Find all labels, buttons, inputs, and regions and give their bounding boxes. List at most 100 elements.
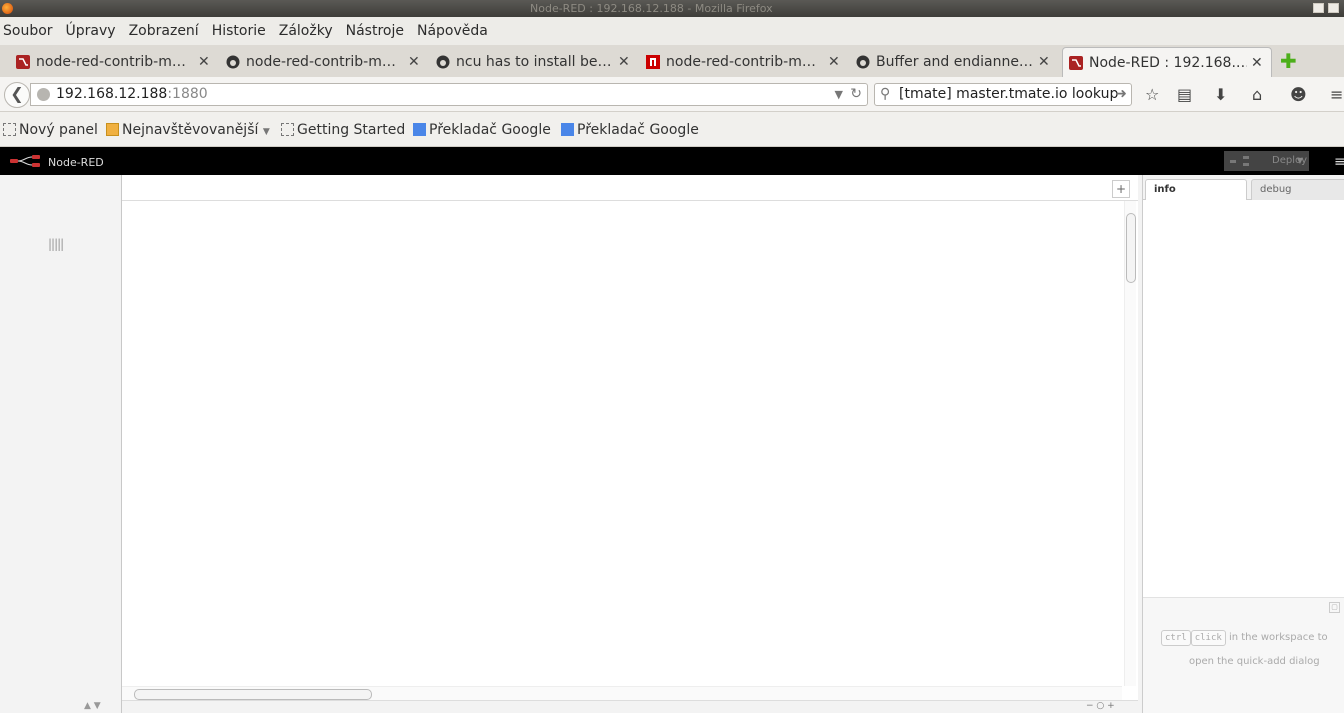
close-icon[interactable]: ✕	[618, 54, 630, 70]
npm-icon	[646, 55, 660, 69]
tab-label: ncu has to install be…	[456, 54, 612, 70]
nodered-title: Node-RED	[48, 156, 104, 169]
search-icon: ⚲	[880, 86, 891, 102]
deploy-button[interactable]: Deploy ▼	[1224, 151, 1309, 171]
deploy-icon	[1230, 156, 1249, 166]
browser-tab-active[interactable]: Node-RED : 192.168.… ✕	[1062, 47, 1272, 77]
menu-soubor[interactable]: Soubor	[3, 23, 53, 39]
workspace-footer: − ○ +	[122, 700, 1138, 713]
window-titlebar: Node-RED : 192.168.12.188 - Mozilla Fire…	[0, 0, 1344, 17]
zoom-controls[interactable]: − ○ +	[1086, 701, 1115, 711]
window-title: Node-RED : 192.168.12.188 - Mozilla Fire…	[530, 2, 773, 15]
bookmark-item[interactable]: Nový panel	[3, 122, 98, 138]
bookmark-item[interactable]: Překladač Google	[413, 122, 551, 138]
bookmarks-bar: Nový panel Nejnavštěvovanější ▼ Getting …	[0, 112, 1344, 147]
help-text: in the workspace to	[1228, 632, 1328, 643]
menu-bar: Soubor Úpravy Zobrazení Historie Záložky…	[0, 17, 1344, 45]
tab-bar: node-red-contrib-m… ✕ node-red-contrib-m…	[0, 45, 1344, 77]
sidebar: info debug ▢ ctrl click in the workspace …	[1142, 175, 1344, 713]
search-text: [tmate] master.tmate.io lookup	[899, 86, 1119, 102]
google-translate-icon	[561, 123, 574, 136]
github-icon	[226, 55, 240, 69]
nav-bar: ❮ 192.168.12.188:1880 ▼ ↻ ⚲ [tmate] mast…	[0, 77, 1344, 112]
tab-label: node-red-contrib-m…	[36, 54, 186, 70]
tab-debug[interactable]: debug	[1251, 179, 1344, 200]
bookmark-item[interactable]: Překladač Google	[561, 122, 699, 138]
help-panel: ▢ ctrl click in the workspace to open the…	[1143, 597, 1344, 713]
restore-icon[interactable]	[1328, 3, 1339, 13]
page-icon	[281, 123, 294, 136]
minimize-icon[interactable]	[1313, 3, 1324, 13]
scroll-thumb[interactable]	[1126, 213, 1136, 283]
close-icon[interactable]: ▢	[1329, 602, 1340, 613]
menu-historie[interactable]: Historie	[212, 23, 266, 39]
scroll-thumb[interactable]	[134, 689, 372, 700]
workspace-tabs: +	[122, 175, 1138, 201]
caret-down-icon[interactable]: ▼	[1297, 151, 1303, 171]
firefox-icon	[2, 3, 13, 14]
url-bar[interactable]: 192.168.12.188:1880 ▼ ↻	[30, 83, 868, 106]
palette-collapse-controls[interactable]: ▲ ▼	[84, 701, 101, 711]
back-button[interactable]: ❮	[4, 82, 30, 108]
arrow-right-icon[interactable]: ➜	[1115, 84, 1127, 105]
reader-icon[interactable]: ▤	[1177, 85, 1192, 104]
tab-label: Buffer and endianne…	[876, 54, 1033, 70]
browser-tab[interactable]: node-red-contrib-m… ✕	[226, 47, 426, 77]
close-icon[interactable]: ✕	[408, 54, 420, 70]
browser-tab[interactable]: ncu has to install be… ✕	[436, 47, 636, 77]
reload-icon[interactable]: ↻	[850, 84, 862, 105]
node-red-icon	[16, 55, 30, 69]
tab-info[interactable]: info	[1145, 179, 1247, 200]
chevron-down-icon[interactable]: ▼	[835, 84, 843, 105]
tab-label: node-red-contrib-m…	[246, 54, 396, 70]
menu-icon[interactable]: ≡	[1330, 85, 1343, 104]
bookmark-item[interactable]: Getting Started	[281, 122, 405, 138]
node-palette: ||||| ▲ ▼	[0, 175, 122, 713]
menu-nastroje[interactable]: Nástroje	[346, 23, 404, 39]
download-icon[interactable]: ⬇	[1214, 85, 1227, 104]
close-icon[interactable]: ✕	[198, 54, 210, 70]
add-flow-button[interactable]: +	[1112, 180, 1130, 198]
page-icon	[3, 123, 16, 136]
browser-tab[interactable]: node-red-contrib-m… ✕	[16, 47, 216, 77]
tab-label: node-red-contrib-m…	[666, 54, 816, 70]
menu-napoveda[interactable]: Nápověda	[417, 23, 488, 39]
close-icon[interactable]: ✕	[1251, 55, 1263, 71]
bookmark-label: Nejnavštěvovanější	[122, 122, 259, 138]
url-host: 192.168.12.188	[56, 86, 168, 102]
bookmark-label: Getting Started	[297, 122, 406, 138]
github-icon	[436, 55, 450, 69]
horizontal-scrollbar[interactable]	[122, 686, 1122, 700]
kbd-ctrl: ctrl	[1161, 630, 1191, 646]
close-icon[interactable]: ✕	[1038, 54, 1050, 70]
globe-icon	[37, 88, 50, 101]
folder-icon	[106, 123, 119, 136]
menu-upravy[interactable]: Úpravy	[66, 23, 116, 39]
chevron-down-icon: ▼	[262, 127, 270, 137]
bookmark-label: Překladač Google	[577, 122, 699, 138]
menu-zalozky[interactable]: Záložky	[279, 23, 333, 39]
workspace[interactable]: + − ○ +	[122, 175, 1138, 713]
search-input[interactable]: ⚲ [tmate] master.tmate.io lookup ➜	[874, 83, 1132, 106]
google-translate-icon	[413, 123, 426, 136]
new-tab-icon[interactable]: ✚	[1280, 49, 1297, 73]
menu-zobrazeni[interactable]: Zobrazení	[129, 23, 199, 39]
nodered-header: Node-RED Deploy ▼ ≡	[0, 147, 1344, 175]
browser-tab[interactable]: Buffer and endianne… ✕	[856, 47, 1056, 77]
loading-spinner-icon: |||||	[48, 237, 64, 251]
bookmark-folder[interactable]: Nejnavštěvovanější ▼	[106, 122, 270, 138]
help-text-2: open the quick-add dialog	[1189, 656, 1320, 667]
url-port: :1880	[167, 86, 208, 102]
hamburger-icon[interactable]: ≡	[1334, 154, 1344, 170]
node-red-logo-icon	[10, 155, 40, 167]
home-icon[interactable]: ⌂	[1252, 85, 1262, 104]
tab-label: Node-RED : 192.168.…	[1089, 54, 1247, 71]
close-icon[interactable]: ✕	[828, 54, 840, 70]
bookmark-label: Překladač Google	[429, 122, 551, 138]
help-line: ctrl click in the workspace to	[1161, 630, 1328, 646]
vertical-scrollbar[interactable]	[1124, 201, 1136, 686]
star-icon[interactable]: ☆	[1145, 85, 1159, 104]
chat-icon[interactable]: ☻	[1290, 85, 1307, 104]
github-icon	[856, 55, 870, 69]
browser-tab[interactable]: node-red-contrib-m… ✕	[646, 47, 846, 77]
